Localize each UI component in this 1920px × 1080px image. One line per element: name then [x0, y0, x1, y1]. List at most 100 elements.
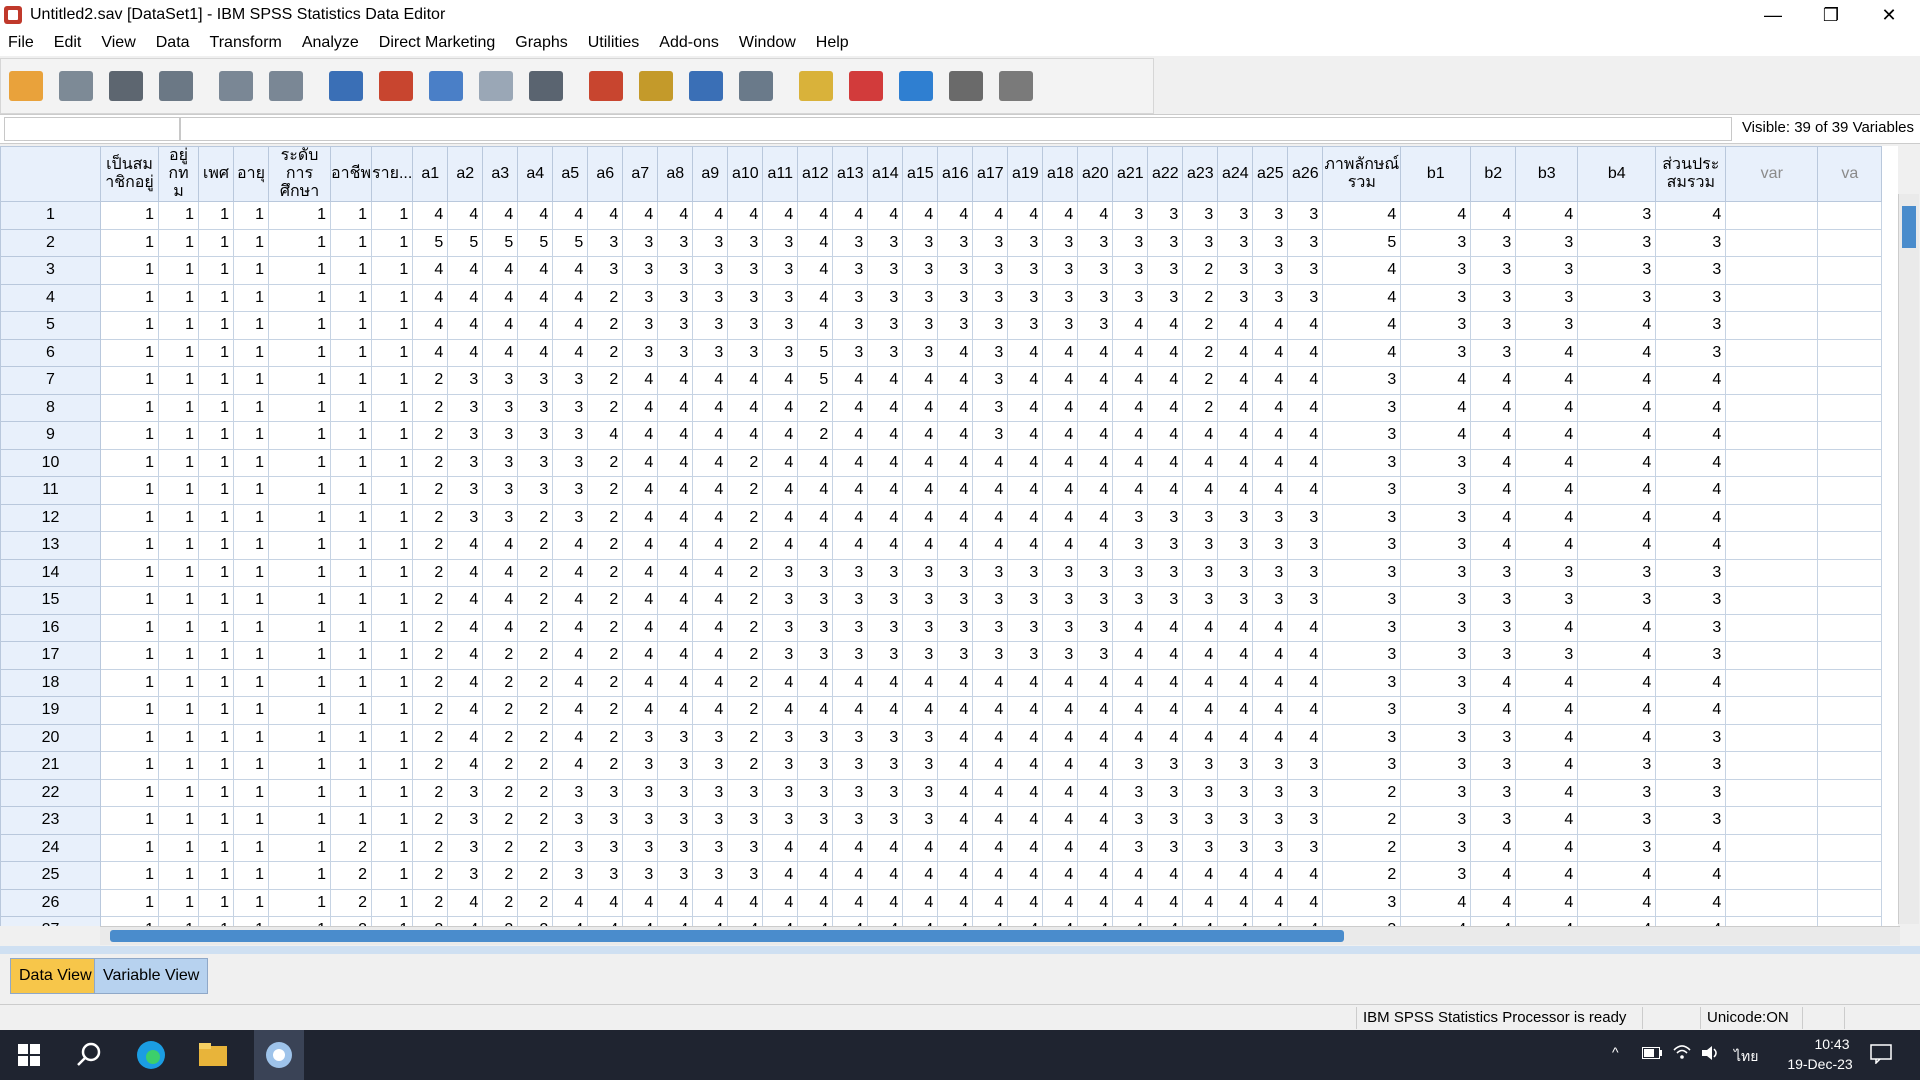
- data-cell[interactable]: [1817, 751, 1883, 780]
- data-cell[interactable]: 4: [1252, 723, 1289, 752]
- data-cell[interactable]: 3: [1007, 228, 1044, 257]
- data-cell[interactable]: 2: [727, 586, 764, 615]
- data-cell[interactable]: 3: [1655, 806, 1727, 835]
- data-cell[interactable]: 3: [1287, 806, 1324, 835]
- data-cell[interactable]: 3: [1400, 558, 1472, 587]
- data-cell[interactable]: 1: [370, 613, 414, 642]
- data-cell[interactable]: 1: [330, 448, 372, 477]
- data-cell[interactable]: 3: [482, 393, 519, 422]
- data-cell[interactable]: 4: [552, 311, 589, 340]
- data-cell[interactable]: [1725, 861, 1819, 890]
- data-cell[interactable]: 4: [482, 338, 519, 367]
- data-cell[interactable]: 3: [1400, 283, 1472, 312]
- data-cell[interactable]: 4: [1655, 861, 1727, 890]
- data-cell[interactable]: 3: [1077, 311, 1114, 340]
- data-cell[interactable]: 5: [447, 228, 484, 257]
- data-cell[interactable]: 4: [762, 888, 799, 917]
- data-cell[interactable]: 3: [1322, 586, 1402, 615]
- data-cell[interactable]: 4: [1077, 503, 1114, 532]
- data-cell[interactable]: 1: [233, 916, 269, 926]
- data-cell[interactable]: 3: [1252, 201, 1289, 230]
- column-header[interactable]: a16: [937, 146, 974, 202]
- data-cell[interactable]: 3: [902, 256, 939, 285]
- data-cell[interactable]: 4: [1112, 723, 1149, 752]
- column-header[interactable]: a8: [657, 146, 694, 202]
- data-cell[interactable]: 3: [1077, 228, 1114, 257]
- data-cell[interactable]: 3: [1042, 586, 1079, 615]
- data-cell[interactable]: 4: [482, 311, 519, 340]
- data-cell[interactable]: 3: [1217, 586, 1254, 615]
- horizontal-scroll-thumb[interactable]: [110, 930, 1344, 942]
- data-cell[interactable]: 3: [832, 586, 869, 615]
- edge-browser-icon[interactable]: [134, 1038, 168, 1072]
- data-cell[interactable]: 4: [832, 448, 869, 477]
- data-cell[interactable]: 4: [1147, 916, 1184, 926]
- row-number[interactable]: 21: [0, 751, 101, 780]
- data-cell[interactable]: 4: [902, 421, 939, 450]
- data-cell[interactable]: 3: [762, 806, 799, 835]
- data-cell[interactable]: 3: [1655, 751, 1727, 780]
- data-cell[interactable]: 3: [902, 723, 939, 752]
- column-header[interactable]: a7: [622, 146, 659, 202]
- data-cell[interactable]: [1817, 888, 1883, 917]
- data-cell[interactable]: 4: [1042, 696, 1079, 725]
- row-number[interactable]: 4: [0, 283, 101, 312]
- row-number[interactable]: 11: [0, 476, 101, 505]
- data-cell[interactable]: 4: [1287, 723, 1324, 752]
- data-cell[interactable]: 3: [1182, 806, 1219, 835]
- data-cell[interactable]: 3: [832, 641, 869, 670]
- data-cell[interactable]: 3: [1400, 806, 1472, 835]
- data-cell[interactable]: 4: [1470, 503, 1517, 532]
- data-cell[interactable]: 3: [1400, 531, 1472, 560]
- data-cell[interactable]: [1817, 641, 1883, 670]
- data-cell[interactable]: 4: [1287, 861, 1324, 890]
- data-cell[interactable]: 3: [1252, 558, 1289, 587]
- data-cell[interactable]: 3: [1147, 228, 1184, 257]
- data-cell[interactable]: [1817, 256, 1883, 285]
- data-cell[interactable]: 3: [1217, 806, 1254, 835]
- data-cell[interactable]: 3: [1077, 613, 1114, 642]
- data-cell[interactable]: 4: [867, 916, 904, 926]
- data-cell[interactable]: 4: [622, 201, 659, 230]
- data-cell[interactable]: [1817, 806, 1883, 835]
- data-cell[interactable]: 1: [100, 861, 159, 890]
- wifi-icon[interactable]: [1672, 1042, 1692, 1063]
- data-cell[interactable]: 1: [100, 833, 159, 862]
- data-cell[interactable]: 3: [517, 366, 554, 395]
- data-cell[interactable]: 3: [447, 806, 484, 835]
- data-cell[interactable]: 1: [100, 531, 159, 560]
- data-cell[interactable]: 3: [1322, 613, 1402, 642]
- data-cell[interactable]: 1: [233, 338, 269, 367]
- data-cell[interactable]: 1: [100, 723, 159, 752]
- data-cell[interactable]: 3: [1112, 778, 1149, 807]
- data-cell[interactable]: 3: [867, 586, 904, 615]
- data-cell[interactable]: 4: [762, 201, 799, 230]
- data-cell[interactable]: 4: [1042, 476, 1079, 505]
- data-cell[interactable]: 4: [1077, 778, 1114, 807]
- data-cell[interactable]: 2: [517, 751, 554, 780]
- data-cell[interactable]: 4: [447, 696, 484, 725]
- data-cell[interactable]: 4: [552, 256, 589, 285]
- data-cell[interactable]: 1: [370, 338, 414, 367]
- data-cell[interactable]: 4: [902, 503, 939, 532]
- column-header[interactable]: a9: [692, 146, 729, 202]
- undo-button[interactable]: [214, 64, 258, 108]
- data-cell[interactable]: 4: [937, 668, 974, 697]
- data-cell[interactable]: 4: [1077, 723, 1114, 752]
- data-cell[interactable]: 4: [1470, 531, 1517, 560]
- data-cell[interactable]: 3: [552, 806, 589, 835]
- column-header[interactable]: เป็นสม าชิกอยู่: [100, 146, 159, 202]
- data-cell[interactable]: 4: [1042, 806, 1079, 835]
- data-cell[interactable]: 3: [1287, 778, 1324, 807]
- data-cell[interactable]: 4: [482, 256, 519, 285]
- data-cell[interactable]: 3: [622, 806, 659, 835]
- data-cell[interactable]: 1: [198, 641, 234, 670]
- column-header[interactable]: ระดับการ ศึกษา: [268, 146, 331, 202]
- data-cell[interactable]: 3: [1470, 558, 1517, 587]
- data-cell[interactable]: 2: [587, 311, 624, 340]
- data-cell[interactable]: 4: [1470, 366, 1517, 395]
- data-cell[interactable]: 2: [330, 861, 372, 890]
- data-cell[interactable]: 4: [1252, 476, 1289, 505]
- data-cell[interactable]: 3: [1322, 393, 1402, 422]
- data-cell[interactable]: 3: [867, 256, 904, 285]
